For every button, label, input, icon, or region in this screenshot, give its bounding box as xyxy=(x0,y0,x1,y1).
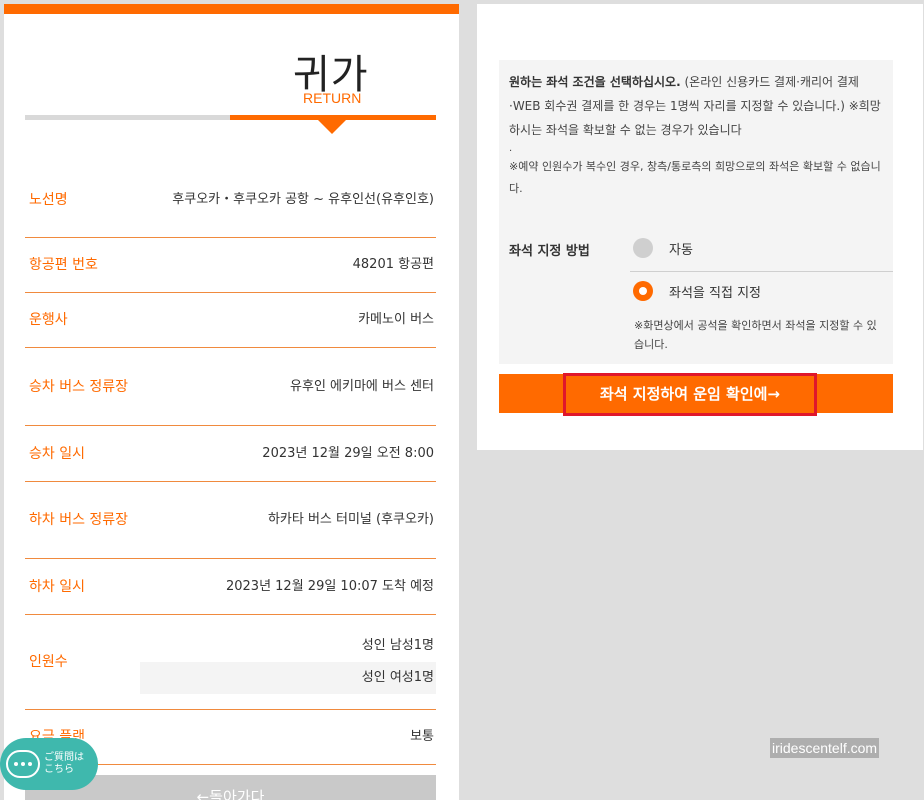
seat-notice-small: ※예약 인원수가 복수인 경우, 창측/통로측의 희망으로의 좌석은 확보할 수… xyxy=(509,160,881,195)
passengers-label: 인원수 xyxy=(29,654,68,670)
page-subtitle: RETURN xyxy=(303,90,362,106)
info-row-passengers: 인원수 성인 남성1명 성인 여성1명 xyxy=(25,615,436,710)
flight-value: 48201 항공편 xyxy=(352,257,434,272)
info-row-board-time: 승차 일시 2023년 12월 29일 오전 8:00 xyxy=(25,426,436,482)
operator-value: 카메노이 버스 xyxy=(358,312,434,327)
board-time-label: 승차 일시 xyxy=(29,445,85,462)
info-row-board-stop: 승차 버스 정류장 유후인 에키마에 버스 센터 xyxy=(25,348,436,426)
alight-time-label: 하차 일시 xyxy=(29,578,85,595)
chat-support-button[interactable]: ご質問は こちら xyxy=(0,738,98,790)
seat-option-auto[interactable]: 자동 xyxy=(633,238,693,258)
seat-option-manual-label: 좌석을 직접 지정 xyxy=(669,285,761,301)
passenger-item: 성인 남성1명 xyxy=(361,638,434,653)
seat-notice-dot: . xyxy=(509,143,513,154)
passenger-item: 성인 여성1명 xyxy=(140,662,436,694)
return-trip-panel: 귀가 RETURN 노선명 후쿠오카・후쿠오카 공항 ~ 유후인선(유후인호) … xyxy=(4,4,459,800)
radio-checked-icon[interactable] xyxy=(633,281,653,301)
operator-label: 운행사 xyxy=(29,312,68,328)
chat-bubble-icon xyxy=(6,750,40,778)
option-divider xyxy=(630,271,893,272)
seat-option-note: ※화면상에서 공석을 확인하면서 좌석을 지정할 수 있습니다. xyxy=(634,319,877,351)
alight-time-value: 2023년 12월 29일 10:07 도착 예정 xyxy=(225,578,434,594)
passenger-list: 성인 남성1명 성인 여성1명 xyxy=(140,630,436,694)
seat-notice: 원하는 좌석 조건을 선택하십시오. (온라인 신용카드 결제·캐리어 결제·W… xyxy=(509,75,881,137)
seat-option-auto-label: 자동 xyxy=(669,242,693,258)
radio-unchecked-icon[interactable] xyxy=(633,238,653,258)
seat-selection-panel: 원하는 좌석 조건을 선택하십시오. (온라인 신용카드 결제·캐리어 결제·W… xyxy=(477,4,923,450)
info-row-route: 노선명 후쿠오카・후쿠오카 공항 ~ 유후인선(유후인호) xyxy=(25,162,436,238)
alight-stop-value: 하카타 버스 터미널 (후쿠오카) xyxy=(267,512,434,527)
board-time-value: 2023년 12월 29일 오전 8:00 xyxy=(262,445,434,461)
fare-plan-value: 보통 xyxy=(410,729,434,744)
alight-stop-label: 하차 버스 정류장 xyxy=(29,512,129,528)
trip-info-table: 노선명 후쿠오카・후쿠오카 공항 ~ 유후인선(유후인호) 항공편 번호 482… xyxy=(25,162,436,765)
step-indicator-arrow-icon xyxy=(318,120,346,134)
watermark: iridescentelf.com xyxy=(770,738,880,758)
confirm-seat-fare-button[interactable]: 좌석 지정하여 운임 확인에→ xyxy=(499,373,893,416)
seat-option-manual[interactable]: 좌석을 직접 지정 xyxy=(633,281,761,301)
chat-support-label: ご質問は こちら xyxy=(44,752,84,775)
board-stop-value: 유후인 에키마에 버스 센터 xyxy=(290,378,434,394)
route-value: 후쿠오카・후쿠오카 공항 ~ 유후인선(유후인호) xyxy=(172,191,434,207)
info-row-alight-stop: 하차 버스 정류장 하카타 버스 터미널 (후쿠오카) xyxy=(25,482,436,559)
seat-condition-box: 원하는 좌석 조건을 선택하십시오. (온라인 신용카드 결제·캐리어 결제·W… xyxy=(499,60,893,364)
info-row-operator: 운행사 카메노이 버스 xyxy=(25,293,436,348)
confirm-seat-fare-label[interactable]: 좌석 지정하여 운임 확인에→ xyxy=(563,373,817,416)
step-progress-bar xyxy=(25,115,436,120)
seat-method-label: 좌석 지정 방법 xyxy=(509,244,590,259)
route-label: 노선명 xyxy=(29,191,68,208)
board-stop-label: 승차 버스 정류장 xyxy=(29,378,129,395)
info-row-flight: 항공편 번호 48201 항공편 xyxy=(25,238,436,293)
info-row-alight-time: 하차 일시 2023년 12월 29일 10:07 도착 예정 xyxy=(25,559,436,615)
flight-label: 항공편 번호 xyxy=(29,257,98,273)
